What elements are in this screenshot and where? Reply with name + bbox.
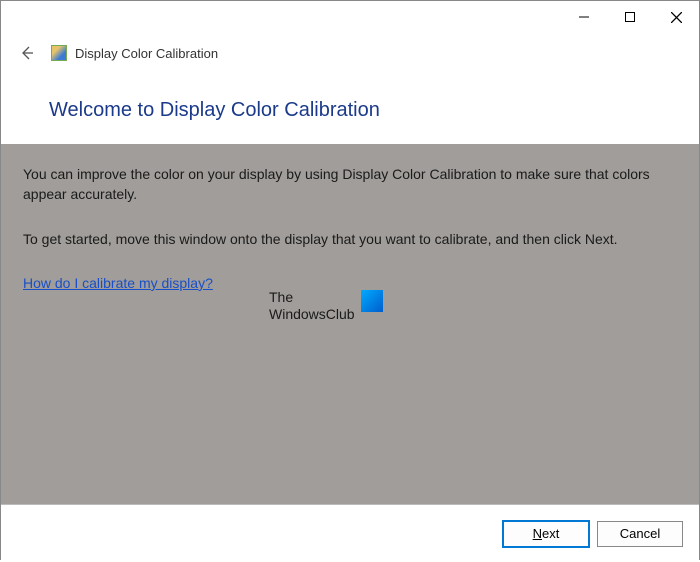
next-button[interactable]: Next: [503, 521, 589, 547]
cancel-button[interactable]: Cancel: [597, 521, 683, 547]
back-button[interactable]: [17, 43, 37, 63]
maximize-button[interactable]: [607, 1, 653, 33]
close-button[interactable]: [653, 1, 699, 33]
footer: Next Cancel: [1, 504, 699, 562]
header: Display Color Calibration: [1, 33, 699, 73]
intro-paragraph-2: To get started, move this window onto th…: [23, 229, 677, 249]
minimize-button[interactable]: [561, 1, 607, 33]
watermark-text: The WindowsClub: [269, 289, 355, 323]
watermark-logo-icon: [361, 290, 383, 312]
page-heading: Welcome to Display Color Calibration: [49, 99, 699, 122]
intro-paragraph-1: You can improve the color on your displa…: [23, 164, 677, 205]
titlebar: [1, 1, 699, 33]
help-link[interactable]: How do I calibrate my display?: [23, 275, 213, 291]
content-area: You can improve the color on your displa…: [1, 144, 699, 504]
watermark: The WindowsClub: [269, 289, 383, 323]
app-title-text: Display Color Calibration: [75, 46, 218, 61]
heading-area: Welcome to Display Color Calibration: [1, 73, 699, 144]
app-icon: [51, 45, 67, 61]
app-title: Display Color Calibration: [51, 45, 218, 61]
